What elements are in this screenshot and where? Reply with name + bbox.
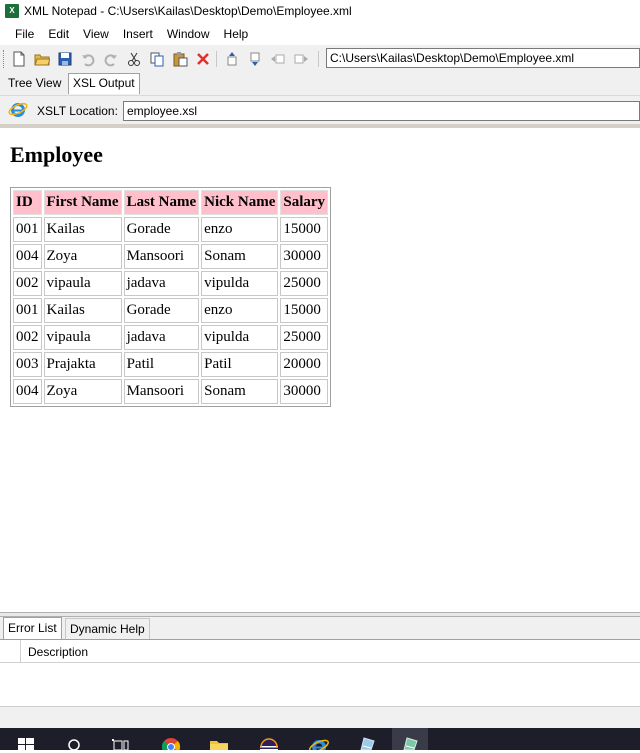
cell-id: 003 bbox=[13, 352, 42, 377]
table-row: 001 Kailas Gorade enzo 15000 bbox=[13, 217, 329, 242]
table-row: 004 Zoya Mansoori Sonam 30000 bbox=[13, 244, 329, 269]
cell-first-name: vipaula bbox=[43, 325, 122, 350]
toolbar-separator bbox=[318, 51, 319, 67]
internet-explorer-taskbar-icon[interactable] bbox=[308, 733, 330, 753]
cell-nick-name: Sonam bbox=[201, 379, 279, 404]
task-view-icon[interactable] bbox=[110, 733, 132, 751]
menu-edit[interactable]: Edit bbox=[41, 23, 76, 45]
menu-bar: File Edit View Insert Window Help bbox=[0, 23, 640, 45]
cell-id: 001 bbox=[13, 217, 42, 242]
file-path-field[interactable]: C:\Users\Kailas\Desktop\Demo\Employee.xm… bbox=[326, 48, 640, 68]
menu-window[interactable]: Window bbox=[160, 23, 217, 45]
undo-icon[interactable] bbox=[78, 49, 98, 69]
copy-icon[interactable] bbox=[147, 49, 167, 69]
cell-first-name: Zoya bbox=[43, 244, 122, 269]
cell-last-name: jadava bbox=[123, 271, 200, 296]
cell-salary: 15000 bbox=[280, 217, 329, 242]
cell-first-name: Prajakta bbox=[43, 352, 122, 377]
table-row: 002 vipaula jadava vipulda 25000 bbox=[13, 325, 329, 350]
tab-tree-view[interactable]: Tree View bbox=[4, 74, 65, 93]
search-icon[interactable] bbox=[64, 733, 86, 751]
nudge-left-icon[interactable] bbox=[268, 49, 288, 69]
nudge-down-icon[interactable] bbox=[245, 49, 265, 69]
cell-nick-name: enzo bbox=[201, 298, 279, 323]
page-title: Employee bbox=[10, 142, 103, 167]
xslt-location-label: XSLT Location: bbox=[37, 104, 118, 118]
cell-id: 002 bbox=[13, 325, 42, 350]
paste-icon[interactable] bbox=[170, 49, 190, 69]
cell-last-name: Mansoori bbox=[123, 244, 200, 269]
cell-nick-name: enzo bbox=[201, 217, 279, 242]
redo-icon[interactable] bbox=[101, 49, 121, 69]
internet-explorer-icon bbox=[8, 99, 28, 119]
window-title: XML Notepad - C:\Users\Kailas\Desktop\De… bbox=[24, 4, 352, 18]
xslt-location-input[interactable]: employee.xsl bbox=[123, 101, 640, 121]
error-list-header bbox=[0, 640, 640, 663]
file-explorer-icon[interactable] bbox=[208, 733, 230, 750]
column-header-nick-name: Nick Name bbox=[201, 190, 279, 215]
chrome-icon[interactable] bbox=[160, 733, 182, 753]
open-folder-icon[interactable] bbox=[32, 49, 52, 69]
cell-last-name: Gorade bbox=[123, 298, 200, 323]
cell-salary: 15000 bbox=[280, 298, 329, 323]
cell-first-name: Kailas bbox=[43, 298, 122, 323]
save-icon[interactable] bbox=[55, 49, 75, 69]
windows-start-icon[interactable] bbox=[16, 733, 38, 750]
menu-view[interactable]: View bbox=[76, 23, 116, 45]
cell-last-name: Mansoori bbox=[123, 379, 200, 404]
column-header-salary: Salary bbox=[280, 190, 329, 215]
table-row: 002 vipaula jadava vipulda 25000 bbox=[13, 271, 329, 296]
cell-last-name: jadava bbox=[123, 325, 200, 350]
tab-dynamic-help[interactable]: Dynamic Help bbox=[65, 618, 150, 639]
xml-notepad-app-icon: X bbox=[5, 4, 19, 18]
table-row: 001 Kailas Gorade enzo 15000 bbox=[13, 298, 329, 323]
cell-nick-name: vipulda bbox=[201, 271, 279, 296]
notepad-app-icon[interactable] bbox=[356, 733, 378, 751]
delete-icon[interactable] bbox=[193, 49, 213, 69]
cell-nick-name: vipulda bbox=[201, 325, 279, 350]
column-header-id: ID bbox=[13, 190, 42, 215]
cell-last-name: Patil bbox=[123, 352, 200, 377]
cell-id: 004 bbox=[13, 244, 42, 269]
cell-first-name: vipaula bbox=[43, 271, 122, 296]
cell-nick-name: Sonam bbox=[201, 244, 279, 269]
cell-salary: 30000 bbox=[280, 379, 329, 404]
menu-insert[interactable]: Insert bbox=[116, 23, 160, 45]
column-header-last-name: Last Name bbox=[123, 190, 200, 215]
cell-id: 001 bbox=[13, 298, 42, 323]
employee-table: ID First Name Last Name Nick Name Salary… bbox=[10, 187, 332, 407]
cell-salary: 30000 bbox=[280, 244, 329, 269]
error-list-row-header bbox=[0, 640, 21, 662]
nudge-right-icon[interactable] bbox=[291, 49, 311, 69]
column-header-first-name: First Name bbox=[43, 190, 122, 215]
table-header-row: ID First Name Last Name Nick Name Salary bbox=[13, 190, 329, 215]
tab-error-list[interactable]: Error List bbox=[3, 617, 62, 639]
xml-notepad-taskbar-icon[interactable] bbox=[399, 733, 421, 751]
nudge-up-icon[interactable] bbox=[222, 49, 242, 69]
cell-id: 002 bbox=[13, 271, 42, 296]
cell-id: 004 bbox=[13, 379, 42, 404]
status-bar bbox=[0, 706, 640, 729]
cell-first-name: Zoya bbox=[43, 379, 122, 404]
table-row: 003 Prajakta Patil Patil 20000 bbox=[13, 352, 329, 377]
cell-salary: 20000 bbox=[280, 352, 329, 377]
tab-xsl-output[interactable]: XSL Output bbox=[68, 73, 140, 94]
cut-icon[interactable] bbox=[124, 49, 144, 69]
table-row: 004 Zoya Mansoori Sonam 30000 bbox=[13, 379, 329, 404]
cell-first-name: Kailas bbox=[43, 217, 122, 242]
toolbar-grip[interactable] bbox=[3, 50, 7, 68]
cell-salary: 25000 bbox=[280, 271, 329, 296]
cell-salary: 25000 bbox=[280, 325, 329, 350]
new-file-icon[interactable] bbox=[9, 49, 29, 69]
eclipse-icon[interactable] bbox=[258, 733, 280, 753]
column-header-description[interactable]: Description bbox=[28, 645, 88, 659]
menu-file[interactable]: File bbox=[8, 23, 41, 45]
cell-last-name: Gorade bbox=[123, 217, 200, 242]
cell-nick-name: Patil bbox=[201, 352, 279, 377]
menu-help[interactable]: Help bbox=[217, 23, 256, 45]
toolbar-separator bbox=[216, 51, 217, 67]
